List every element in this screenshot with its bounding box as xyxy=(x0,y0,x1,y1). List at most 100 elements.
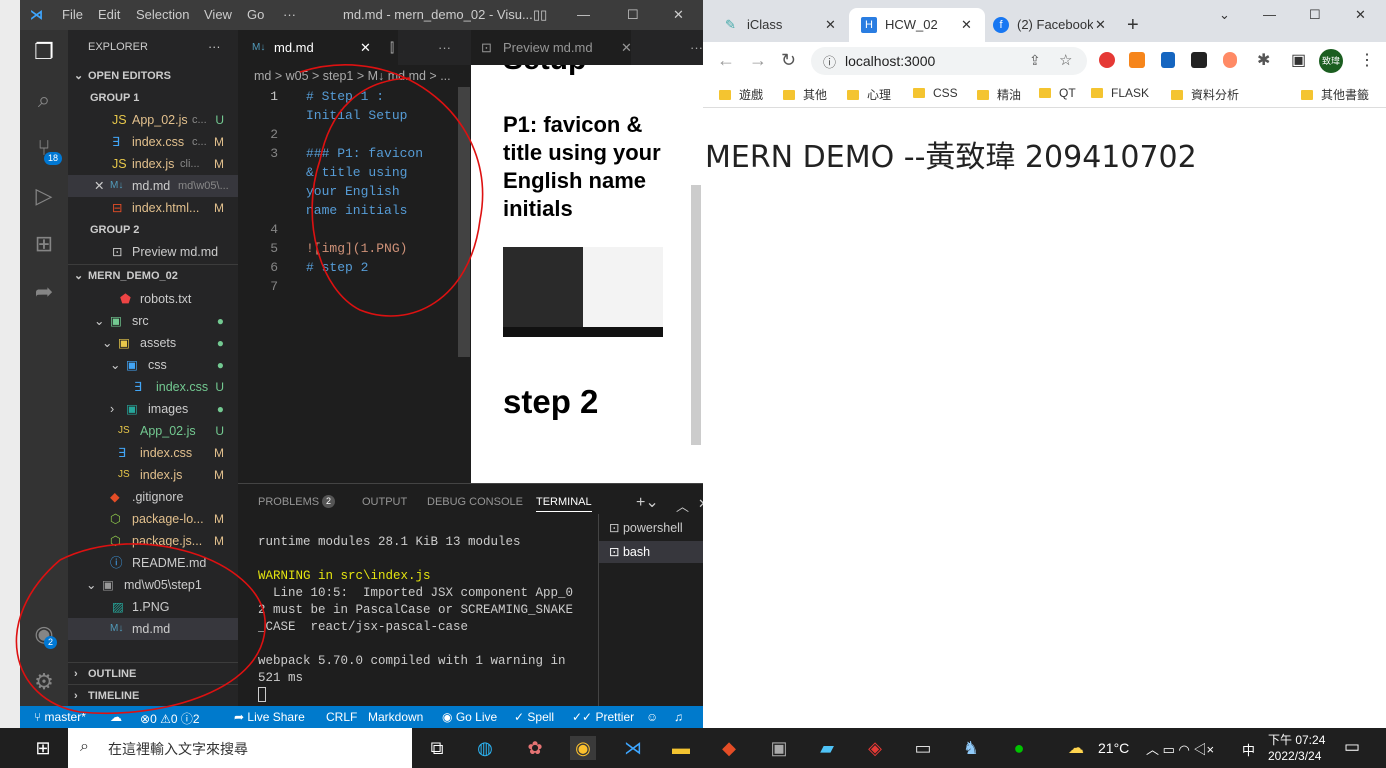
tree-item[interactable]: ∃ index.css U xyxy=(68,376,238,398)
share-icon[interactable]: ⇪ xyxy=(1029,52,1041,69)
open-editor-item[interactable]: ⊟ index.html... M xyxy=(68,197,238,219)
open-editor-item[interactable]: JS App_02.js c... U xyxy=(68,109,238,131)
code-line[interactable]: Initial Setup xyxy=(306,108,407,123)
tree-item-selected[interactable]: M↓ md.md xyxy=(68,618,238,640)
code-line[interactable]: ### P1: favicon xyxy=(306,146,423,161)
code-line[interactable]: your English xyxy=(306,184,400,199)
tree-item[interactable]: ⌄ ▣ assets ● xyxy=(68,332,238,354)
app-red-icon[interactable]: ◈ xyxy=(862,736,888,760)
code-line[interactable]: name initials xyxy=(306,203,407,218)
paint-icon[interactable]: ✿ xyxy=(522,736,548,760)
menu-view[interactable]: View xyxy=(204,7,232,22)
editor-scrollbar[interactable] xyxy=(458,87,470,357)
tree-item[interactable]: ⬡ package.js... M xyxy=(68,530,238,552)
maximize-icon[interactable]: ☐ xyxy=(1309,0,1321,34)
menu-selection[interactable]: Selection xyxy=(136,7,189,22)
back-icon[interactable]: ← xyxy=(717,50,735,71)
tab-preview[interactable]: ⊡ Preview md.md ✕ xyxy=(471,30,632,65)
minimize-icon[interactable]: — xyxy=(577,7,590,22)
close-tab-icon[interactable]: ✕ xyxy=(825,8,836,42)
menu-more[interactable]: ··· xyxy=(283,7,296,22)
side-panel-icon[interactable]: ▣ xyxy=(1291,50,1306,70)
bookmark-folder[interactable]: 資料分析 xyxy=(1171,86,1239,103)
bookmark-folder[interactable]: 遊戲 xyxy=(719,86,763,103)
metamask-icon[interactable] xyxy=(1129,52,1145,68)
tree-item[interactable]: ⓘ README.md xyxy=(68,552,238,574)
tab-terminal[interactable]: TERMINAL xyxy=(536,496,592,512)
maximize-panel-icon[interactable]: ︿ xyxy=(676,496,689,515)
ime-indicator[interactable]: 中 xyxy=(1242,740,1255,759)
sync-icon[interactable]: ☁ xyxy=(110,710,122,724)
close-window-icon[interactable]: ✕ xyxy=(1355,0,1366,34)
breadcrumb[interactable]: md > w05 > step1 > M↓ md.md > ... xyxy=(254,69,451,83)
clock-time[interactable]: 下午 07:24 xyxy=(1268,731,1325,748)
open-editor-item[interactable]: JS index.js cli... M xyxy=(68,153,238,175)
terminal-item[interactable]: ⊡ powershell xyxy=(609,520,683,535)
timeline-section[interactable]: › TIMELINE xyxy=(68,684,238,706)
project-section[interactable]: ⌄ MERN_DEMO_02 xyxy=(68,264,238,286)
open-editor-item[interactable]: ∃ index.css c... M xyxy=(68,131,238,153)
close-tab-icon[interactable]: ✕ xyxy=(961,8,972,42)
code-editor[interactable]: md > w05 > step1 > M↓ md.md > ... 1 # Ste… xyxy=(238,65,471,483)
info-icon[interactable]: ⓘ xyxy=(823,52,836,71)
tab-md[interactable]: M↓ md.md ✕ ⫿ xyxy=(238,30,398,65)
run-debug-icon[interactable]: ▷ xyxy=(30,182,58,210)
bookmark-folder[interactable]: 其他 xyxy=(783,86,827,103)
task-view-icon[interactable]: ⧉ xyxy=(424,736,450,760)
prettier-status[interactable]: ✓✓ Prettier xyxy=(572,710,634,724)
open-editor-item-active[interactable]: ✕ M↓ md.md md\w05\... xyxy=(68,175,238,197)
terminal-item-active[interactable]: ⊡ bash xyxy=(609,544,650,559)
tab-facebook[interactable]: f (2) Facebook ✕ xyxy=(987,8,1111,42)
branch-item[interactable]: ⑂ master* xyxy=(34,710,86,724)
bookmark-folder[interactable]: 心理 xyxy=(847,86,891,103)
reload-icon[interactable]: ↻ xyxy=(781,50,796,71)
extensions-icon[interactable]: ⊞ xyxy=(30,230,58,258)
tree-item[interactable]: JS index.js M xyxy=(68,464,238,486)
code-line[interactable]: & title using xyxy=(306,165,407,180)
git-icon[interactable]: ◆ xyxy=(716,736,742,760)
problems-status[interactable]: ⊗0 ⚠0 ⓘ2 xyxy=(140,710,200,727)
vscode-icon[interactable]: ⋊ xyxy=(620,736,646,760)
tree-item[interactable]: ◆ .gitignore xyxy=(68,486,238,508)
weather-icon[interactable]: ☁ xyxy=(1068,738,1084,758)
bookmark-star-icon[interactable]: ☆ xyxy=(1059,51,1072,69)
code-line[interactable]: # Step 1 : xyxy=(306,89,384,104)
go-live-status[interactable]: ◉ Go Live xyxy=(442,710,497,724)
tab-output[interactable]: OUTPUT xyxy=(362,496,407,508)
spell-status[interactable]: ✓ Spell xyxy=(514,710,554,724)
bookmark-folder[interactable]: FLASK xyxy=(1091,86,1149,100)
tab-problems[interactable]: PROBLEMS xyxy=(258,496,319,508)
notification-center-icon[interactable]: ▭ xyxy=(1344,737,1360,757)
tree-item[interactable]: › ▣ images ● xyxy=(68,398,238,420)
tree-item[interactable]: ⬡ package-lo... M xyxy=(68,508,238,530)
tab-debug-console[interactable]: DEBUG CONSOLE xyxy=(427,496,523,508)
clock-date[interactable]: 2022/3/24 xyxy=(1268,749,1321,763)
tab-search-icon[interactable]: ⌄ xyxy=(1219,0,1230,34)
url-text[interactable]: localhost:3000 xyxy=(845,53,935,69)
profile-avatar[interactable]: 致瑋 xyxy=(1319,49,1343,73)
remote-desktop-icon[interactable]: ▣ xyxy=(766,736,792,760)
tray-icons[interactable]: ︿ ▭ ◠ ◁× xyxy=(1146,739,1214,758)
edge-icon[interactable]: ◍ xyxy=(472,736,498,760)
tree-item[interactable]: ▨ 1.PNG xyxy=(68,596,238,618)
live-share-status[interactable]: ➦ Live Share xyxy=(234,710,305,724)
chrome-icon[interactable]: ◉ xyxy=(570,736,596,760)
address-bar[interactable]: ⓘ localhost:3000 ⇪ ☆ xyxy=(811,47,1087,75)
menu-go[interactable]: Go xyxy=(247,7,264,22)
terminal-icon[interactable]: ▭ xyxy=(910,736,936,760)
open-editor-item[interactable]: ⊡ Preview md.md xyxy=(68,241,238,263)
split-editor-icon[interactable]: ⫿ xyxy=(390,30,394,65)
more-actions-icon[interactable]: ··· xyxy=(208,36,221,58)
tree-item[interactable]: ⌄ ▣ css ● xyxy=(68,354,238,376)
bookmark-folder[interactable]: QT xyxy=(1039,86,1076,100)
explorer-icon[interactable]: ❐ xyxy=(30,38,58,66)
eol-status[interactable]: CRLF xyxy=(326,710,357,724)
taskbar-search-box[interactable]: ⌕ 在這裡輸入文字來搜尋 xyxy=(68,728,412,768)
settings-gear-icon[interactable]: ⚙ xyxy=(30,668,58,696)
more-actions-icon[interactable]: ··· xyxy=(438,30,451,65)
more-actions-icon[interactable]: ··· xyxy=(690,30,703,65)
close-tab-icon[interactable]: ✕ xyxy=(360,30,371,65)
bookmark-folder[interactable]: 精油 xyxy=(977,86,1021,103)
open-editors-section[interactable]: ⌄ OPEN EDITORS xyxy=(68,65,238,87)
close-icon[interactable]: ✕ xyxy=(673,7,684,23)
